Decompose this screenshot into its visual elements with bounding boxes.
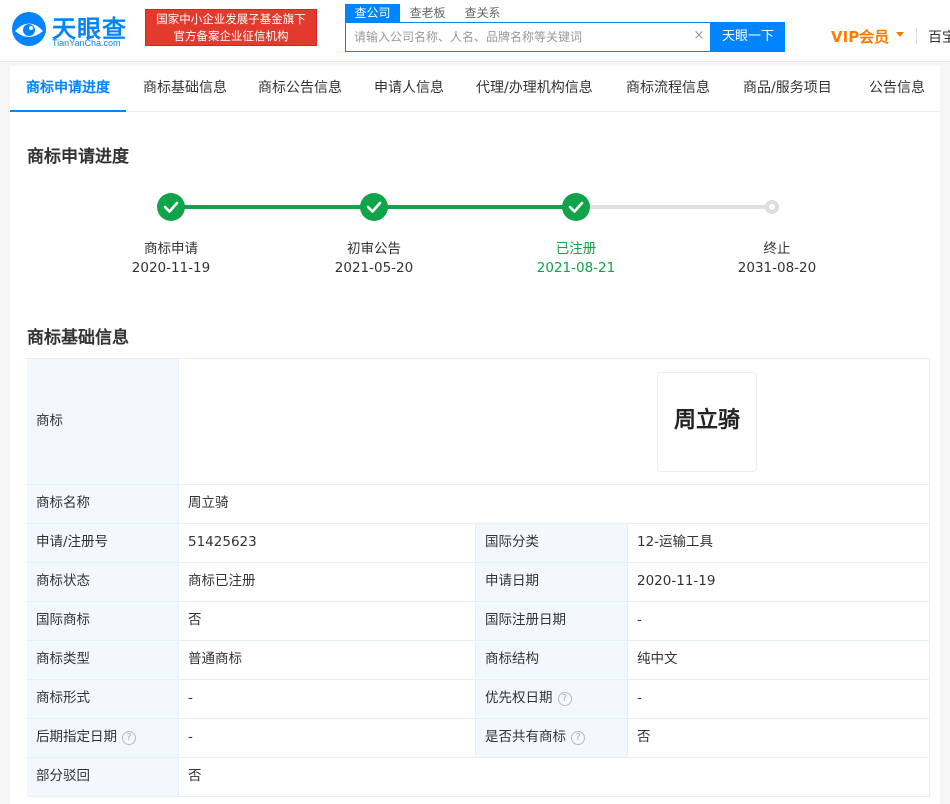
logo-eye-icon — [12, 12, 46, 46]
nav-tab-agency[interactable]: 代理/办理机构信息 — [476, 66, 593, 112]
step-1-date: 2020-11-19 — [131, 260, 211, 276]
nav-tab-applicant[interactable]: 申请人信息 — [374, 66, 444, 112]
trademark-name-value: 周立骑 — [179, 485, 930, 524]
table-row: 国际商标 否 国际注册日期 - — [27, 602, 930, 641]
logo-subtext: TianYanCha.com — [52, 38, 121, 48]
header-divider — [916, 28, 917, 44]
table-row: 商标类型 普通商标 商标结构 纯中文 — [27, 641, 930, 680]
step-4-pending-dot-icon — [765, 200, 779, 214]
step-2-label: 初审公告 — [347, 241, 401, 257]
search-tab-relation[interactable]: 查关系 — [455, 4, 510, 22]
search-button[interactable]: 天眼一下 — [711, 22, 785, 52]
nav-tab-goods-services[interactable]: 商品/服务项目 — [743, 66, 832, 112]
caret-down-icon[interactable] — [896, 32, 904, 37]
step-1-check-icon — [157, 193, 185, 221]
nav-tab-announcement[interactable]: 商标公告信息 — [258, 66, 342, 112]
partial-rejection-value: 否 — [179, 758, 930, 797]
later-designation-value: - — [179, 719, 476, 758]
official-badge: 国家中小企业发展子基金旗下 官方备案企业征信机构 — [145, 9, 317, 46]
status-key: 商标状态 — [27, 563, 179, 602]
structure-value: 纯中文 — [628, 641, 930, 680]
trademark-info-table: 商标 周立骑 商标名称 周立骑 申请/注册号 51425623 国际分类 12-… — [26, 358, 930, 797]
reg-number-key: 申请/注册号 — [27, 524, 179, 563]
form-key: 商标形式 — [27, 680, 179, 719]
detail-nav: 商标申请进度 商标基础信息 商标公告信息 申请人信息 代理/办理机构信息 商标流… — [10, 66, 940, 112]
top-header: 天眼查 TianYanCha.com 国家中小企业发展子基金旗下 官方备案企业征… — [0, 0, 950, 62]
reg-number-value: 51425623 — [179, 524, 476, 563]
step-3-label: 已注册 — [555, 241, 597, 257]
vip-member-link[interactable]: VIP会员 — [831, 26, 889, 47]
progress-section-title: 商标申请进度 — [27, 147, 129, 167]
step-1-label: 商标申请 — [144, 241, 198, 257]
search-tab-boss[interactable]: 查老板 — [400, 4, 455, 22]
step-2-check-icon — [360, 193, 388, 221]
progress-track-pending — [575, 205, 772, 209]
badge-line-2: 官方备案企业征信机构 — [173, 29, 289, 43]
apply-date-key: 申请日期 — [476, 563, 628, 602]
search-input[interactable] — [354, 23, 684, 51]
step-3-date: 2021-08-21 — [536, 260, 616, 276]
intl-reg-date-key: 国际注册日期 — [476, 602, 628, 641]
table-row: 后期指定日期? - 是否共有商标? 否 — [27, 719, 930, 758]
later-designation-key-cell: 后期指定日期? — [27, 719, 179, 758]
search-tab-company[interactable]: 查公司 — [345, 4, 400, 22]
trademark-image[interactable]: 周立骑 — [657, 372, 757, 472]
help-icon[interactable]: ? — [122, 731, 136, 745]
partial-rejection-key: 部分驳回 — [27, 758, 179, 797]
badge-line-1: 国家中小企业发展子基金旗下 — [156, 12, 306, 26]
priority-date-key-cell: 优先权日期? — [476, 680, 628, 719]
step-4-label: 终止 — [763, 241, 791, 257]
shared-trademark-value: 否 — [628, 719, 930, 758]
type-key: 商标类型 — [27, 641, 179, 680]
apply-date-value: 2020-11-19 — [628, 563, 930, 602]
help-icon[interactable]: ? — [571, 731, 585, 745]
table-row: 商标 周立骑 — [27, 359, 930, 485]
intl-class-key: 国际分类 — [476, 524, 628, 563]
table-row: 申请/注册号 51425623 国际分类 12-运输工具 — [27, 524, 930, 563]
trademark-name-key: 商标名称 — [27, 485, 179, 524]
shared-trademark-key-cell: 是否共有商标? — [476, 719, 628, 758]
nav-tab-application-progress[interactable]: 商标申请进度 — [10, 66, 126, 112]
trademark-key: 商标 — [27, 359, 179, 485]
table-row: 商标形式 - 优先权日期? - — [27, 680, 930, 719]
step-3-check-icon — [562, 193, 590, 221]
status-value: 商标已注册 — [179, 563, 476, 602]
type-value: 普通商标 — [179, 641, 476, 680]
main-content: 商标申请进度 商标申请 2020-11-19 初审公告 2021-05-20 已… — [10, 112, 940, 804]
tianyancha-logo[interactable]: 天眼查 TianYanCha.com — [10, 8, 136, 52]
structure-key: 商标结构 — [476, 641, 628, 680]
nav-tab-basic-info[interactable]: 商标基础信息 — [143, 66, 227, 112]
clear-icon[interactable]: × — [692, 29, 706, 43]
nav-tab-process[interactable]: 商标流程信息 — [626, 66, 710, 112]
baibao-link[interactable]: 百宝 — [928, 27, 950, 47]
table-row: 部分驳回 否 — [27, 758, 930, 797]
step-2-date: 2021-05-20 — [334, 260, 414, 276]
intl-trademark-value: 否 — [179, 602, 476, 641]
help-icon[interactable]: ? — [557, 692, 572, 706]
search-box: × — [345, 22, 711, 52]
intl-reg-date-value: - — [628, 602, 930, 641]
shared-trademark-key: 是否共有商标 — [485, 729, 566, 745]
basic-info-section-title: 商标基础信息 — [27, 328, 129, 348]
table-row: 商标状态 商标已注册 申请日期 2020-11-19 — [27, 563, 930, 602]
table-row: 商标名称 周立骑 — [27, 485, 930, 524]
intl-trademark-key: 国际商标 — [27, 602, 179, 641]
trademark-image-cell: 周立骑 — [179, 359, 930, 485]
later-designation-key: 后期指定日期 — [36, 729, 117, 745]
priority-date-value: - — [628, 680, 930, 719]
form-value: - — [179, 680, 476, 719]
nav-tab-notices[interactable]: 公告信息 — [869, 66, 925, 112]
intl-class-value: 12-运输工具 — [628, 524, 930, 563]
step-4-date: 2031-08-20 — [737, 260, 817, 276]
priority-date-key: 优先权日期 — [485, 690, 553, 706]
